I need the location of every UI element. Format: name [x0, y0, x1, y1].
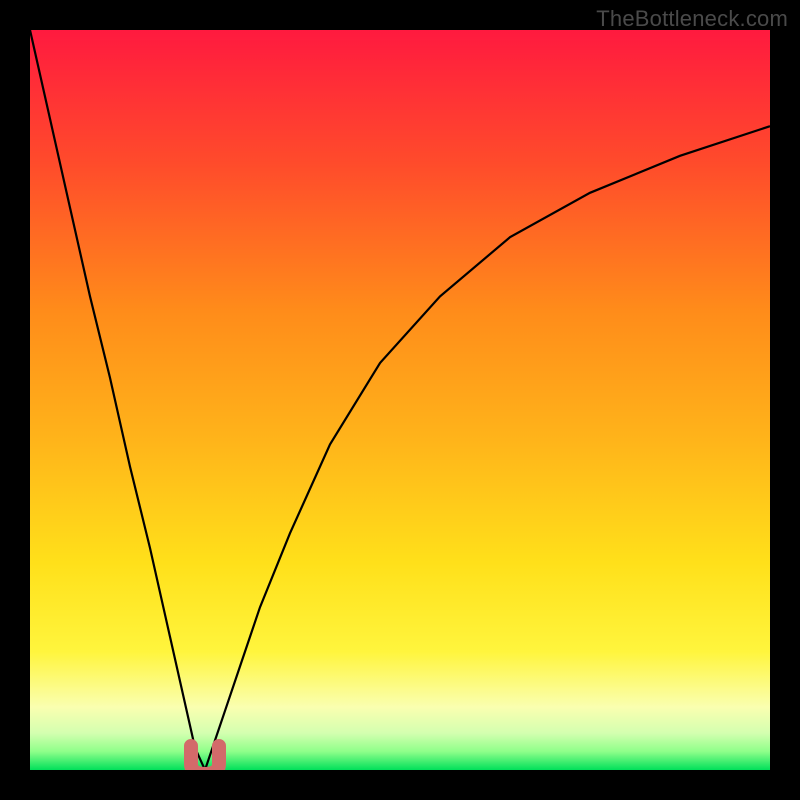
- bottleneck-chart: [30, 30, 770, 770]
- watermark-text: TheBottleneck.com: [596, 6, 788, 32]
- chart-plot-area: [30, 30, 770, 770]
- heat-background: [30, 30, 770, 770]
- outer-frame: TheBottleneck.com: [0, 0, 800, 800]
